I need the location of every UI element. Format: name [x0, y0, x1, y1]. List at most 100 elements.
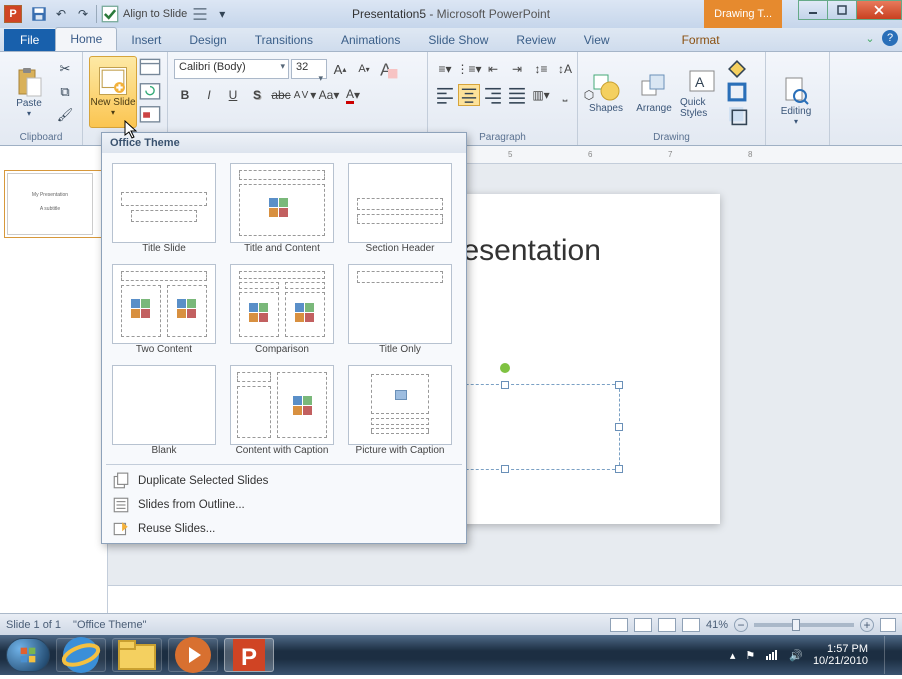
shape-outline-icon[interactable] — [726, 81, 748, 103]
show-desktop-button[interactable] — [884, 636, 896, 674]
tray-up-icon[interactable]: ▴ — [730, 649, 736, 662]
reuse-slides-menuitem[interactable]: Reuse Slides... — [102, 517, 466, 541]
layout-picture-with-caption[interactable]: Picture with Caption — [348, 365, 452, 456]
align-left-icon[interactable] — [434, 84, 456, 106]
copy-icon[interactable]: ⧉ — [54, 81, 76, 103]
taskbar-explorer-icon[interactable] — [112, 638, 162, 672]
shape-effects-icon[interactable] — [726, 104, 748, 126]
numbering-icon[interactable]: ⋮≡▾ — [458, 58, 480, 80]
rotation-handle[interactable] — [500, 363, 510, 373]
minimize-button[interactable] — [798, 0, 828, 20]
help-icon[interactable]: ? — [882, 30, 898, 46]
zoom-out-icon[interactable]: − — [734, 618, 748, 632]
slide-thumbnail-1[interactable]: My Presentation A subtitle — [4, 170, 103, 238]
zoom-slider-thumb[interactable] — [792, 619, 800, 631]
layout-title-and-content[interactable]: Title and Content — [230, 163, 334, 254]
italic-icon[interactable]: I — [198, 84, 220, 106]
font-size-select[interactable]: 32 — [291, 59, 327, 79]
increase-indent-icon[interactable]: ⇥ — [506, 58, 528, 80]
layout-content-with-caption[interactable]: Content with Caption — [230, 365, 334, 456]
strikethrough-icon[interactable]: abc — [270, 84, 292, 106]
char-spacing-icon[interactable]: AV▾ — [294, 84, 316, 106]
change-case-icon[interactable]: Aa▾ — [318, 84, 340, 106]
shape-fill-icon[interactable] — [726, 58, 748, 80]
review-tab[interactable]: Review — [502, 29, 569, 51]
align-right-icon[interactable] — [482, 84, 504, 106]
fit-to-window-icon[interactable] — [880, 618, 896, 632]
font-color-icon[interactable]: A▾ — [342, 84, 364, 106]
minimize-ribbon-icon[interactable]: ⌄ — [862, 30, 878, 46]
clear-formatting-icon[interactable]: A — [377, 58, 399, 80]
layout-section-header[interactable]: Section Header — [348, 163, 452, 254]
layout-blank[interactable]: Blank — [112, 365, 216, 456]
home-tab[interactable]: Home — [55, 27, 117, 51]
slideshow-tab[interactable]: Slide Show — [414, 29, 502, 51]
shadow-icon[interactable]: S — [246, 84, 268, 106]
undo-icon[interactable]: ↶ — [52, 5, 70, 23]
start-button[interactable] — [6, 638, 50, 672]
grow-font-icon[interactable]: A▴ — [329, 58, 351, 80]
align-check-icon[interactable] — [101, 5, 119, 23]
file-tab[interactable]: File — [4, 29, 55, 51]
reading-view-icon[interactable] — [658, 618, 676, 632]
slideshow-view-icon[interactable] — [682, 618, 700, 632]
paste-button[interactable]: Paste▾ — [6, 57, 52, 127]
animations-tab[interactable]: Animations — [327, 29, 414, 51]
align-center-icon[interactable] — [458, 84, 480, 106]
zoom-slider[interactable] — [754, 623, 854, 627]
cut-icon[interactable]: ✂ — [54, 58, 76, 80]
taskbar-ie-icon[interactable] — [56, 638, 106, 672]
sorter-view-icon[interactable] — [634, 618, 652, 632]
layout-title-slide[interactable]: Title Slide — [112, 163, 216, 254]
clock[interactable]: 1:57 PM 10/21/2010 — [813, 643, 868, 667]
redo-icon[interactable]: ↷ — [74, 5, 92, 23]
new-slide-button[interactable]: New Slide▾ — [89, 56, 137, 128]
zoom-in-icon[interactable]: + — [860, 618, 874, 632]
quick-styles-button[interactable]: A Quick Styles — [680, 57, 724, 127]
bold-icon[interactable]: B — [174, 84, 196, 106]
insert-tab[interactable]: Insert — [117, 29, 175, 51]
font-name-select[interactable]: Calibri (Body) — [174, 59, 289, 79]
justify-icon[interactable] — [506, 84, 528, 106]
save-icon[interactable] — [30, 5, 48, 23]
qat-customize-icon[interactable]: ▾ — [213, 5, 231, 23]
transitions-tab[interactable]: Transitions — [241, 29, 327, 51]
columns-icon[interactable]: ▥▾ — [530, 84, 552, 106]
format-tab[interactable]: Format — [668, 29, 734, 51]
reset-icon[interactable] — [139, 81, 161, 103]
line-spacing-icon[interactable]: ↕≡ — [530, 58, 552, 80]
text-direction-icon[interactable]: ↕A — [554, 58, 576, 80]
underline-icon[interactable]: U — [222, 84, 244, 106]
bullets-icon[interactable]: ≡▾ — [434, 58, 456, 80]
slide-thumbnails-pane[interactable]: 1 My Presentation A subtitle — [0, 164, 108, 619]
network-icon[interactable] — [765, 647, 779, 664]
close-button[interactable] — [856, 0, 902, 20]
layout-comparison[interactable]: Comparison — [230, 264, 334, 355]
layout-icon[interactable] — [139, 58, 161, 80]
resize-handle-s[interactable] — [501, 465, 509, 473]
maximize-button[interactable] — [827, 0, 857, 20]
taskbar-wmp-icon[interactable] — [168, 638, 218, 672]
volume-icon[interactable]: 🔊 — [789, 649, 803, 662]
section-icon[interactable] — [139, 104, 161, 126]
shapes-button[interactable]: Shapes — [584, 57, 628, 127]
decrease-indent-icon[interactable]: ⇤ — [482, 58, 504, 80]
view-tab[interactable]: View — [570, 29, 624, 51]
resize-handle-e[interactable] — [615, 423, 623, 431]
taskbar-powerpoint-icon[interactable]: P — [224, 638, 274, 672]
format-painter-icon[interactable]: 🖌 — [54, 104, 76, 126]
layout-title-only[interactable]: Title Only — [348, 264, 452, 355]
slides-from-outline-menuitem[interactable]: Slides from Outline... — [102, 493, 466, 517]
distribute-icon[interactable] — [191, 5, 209, 23]
duplicate-slides-menuitem[interactable]: Duplicate Selected Slides — [102, 469, 466, 493]
flag-icon[interactable]: ⚑ — [745, 649, 755, 662]
shrink-font-icon[interactable]: A▾ — [353, 58, 375, 80]
resize-handle-n[interactable] — [501, 381, 509, 389]
layout-two-content[interactable]: Two Content — [112, 264, 216, 355]
design-tab[interactable]: Design — [175, 29, 240, 51]
normal-view-icon[interactable] — [610, 618, 628, 632]
align-text-icon[interactable]: ⎵ — [554, 84, 576, 106]
arrange-button[interactable]: Arrange — [630, 57, 678, 127]
resize-handle-se[interactable] — [615, 465, 623, 473]
editing-button[interactable]: Editing▾ — [772, 65, 820, 135]
